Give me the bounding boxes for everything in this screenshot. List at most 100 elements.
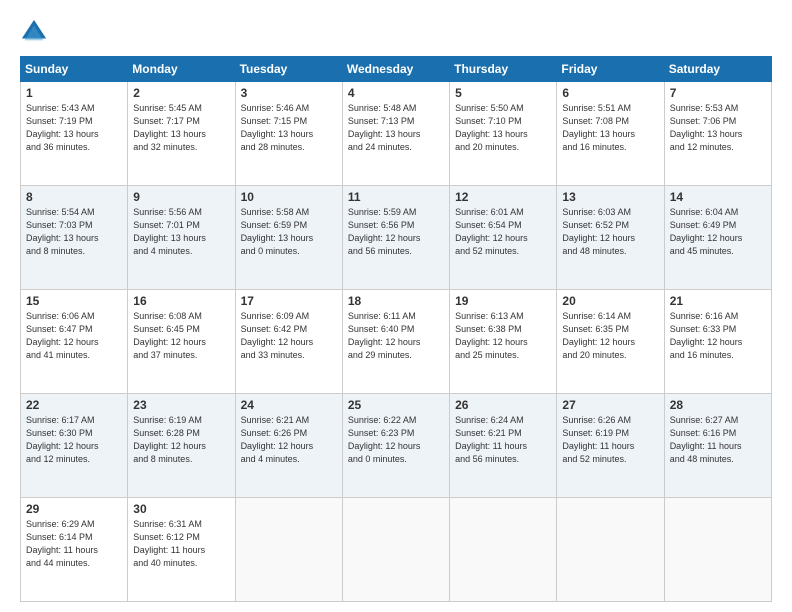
day-number: 11 <box>348 190 444 204</box>
day-info: Sunrise: 5:46 AM Sunset: 7:15 PM Dayligh… <box>241 102 337 154</box>
page: SundayMondayTuesdayWednesdayThursdayFrid… <box>0 0 792 612</box>
calendar-cell: 21 Sunrise: 6:16 AM Sunset: 6:33 PM Dayli… <box>664 290 771 394</box>
day-number: 10 <box>241 190 337 204</box>
day-info: Sunrise: 6:11 AM Sunset: 6:40 PM Dayligh… <box>348 310 444 362</box>
day-info: Sunrise: 6:04 AM Sunset: 6:49 PM Dayligh… <box>670 206 766 258</box>
calendar-cell: 27 Sunrise: 6:26 AM Sunset: 6:19 PM Dayli… <box>557 394 664 498</box>
calendar-cell: 1 Sunrise: 5:43 AM Sunset: 7:19 PM Daylig… <box>21 82 128 186</box>
calendar-cell: 10Sunrise: 5:58 AM Sunset: 6:59 PM Dayli… <box>235 186 342 290</box>
day-number: 9 <box>133 190 229 204</box>
day-number: 19 <box>455 294 551 308</box>
day-number: 17 <box>241 294 337 308</box>
calendar-cell: 22 Sunrise: 6:17 AM Sunset: 6:30 PM Dayli… <box>21 394 128 498</box>
day-number: 28 <box>670 398 766 412</box>
day-number: 6 <box>562 86 658 100</box>
calendar-cell: 28 Sunrise: 6:27 AM Sunset: 6:16 PM Dayli… <box>664 394 771 498</box>
day-info: Sunrise: 6:24 AM Sunset: 6:21 PM Dayligh… <box>455 414 551 466</box>
day-number: 1 <box>26 86 122 100</box>
day-number: 24 <box>241 398 337 412</box>
day-info: Sunrise: 6:29 AM Sunset: 6:14 PM Dayligh… <box>26 518 122 570</box>
day-info: Sunrise: 6:16 AM Sunset: 6:33 PM Dayligh… <box>670 310 766 362</box>
calendar-table: SundayMondayTuesdayWednesdayThursdayFrid… <box>20 56 772 602</box>
calendar-cell: 8Sunrise: 5:54 AM Sunset: 7:03 PM Daylig… <box>21 186 128 290</box>
calendar-cell: 5 Sunrise: 5:50 AM Sunset: 7:10 PM Daylig… <box>450 82 557 186</box>
day-info: Sunrise: 5:45 AM Sunset: 7:17 PM Dayligh… <box>133 102 229 154</box>
calendar-cell: 16 Sunrise: 6:08 AM Sunset: 6:45 PM Dayli… <box>128 290 235 394</box>
calendar-header-sunday: Sunday <box>21 57 128 82</box>
calendar-header-monday: Monday <box>128 57 235 82</box>
day-number: 25 <box>348 398 444 412</box>
calendar-cell: 25 Sunrise: 6:22 AM Sunset: 6:23 PM Dayli… <box>342 394 449 498</box>
calendar-header-friday: Friday <box>557 57 664 82</box>
day-info: Sunrise: 6:22 AM Sunset: 6:23 PM Dayligh… <box>348 414 444 466</box>
calendar-cell <box>557 498 664 602</box>
calendar-cell: 2 Sunrise: 5:45 AM Sunset: 7:17 PM Daylig… <box>128 82 235 186</box>
day-info: Sunrise: 6:13 AM Sunset: 6:38 PM Dayligh… <box>455 310 551 362</box>
calendar-cell: 24 Sunrise: 6:21 AM Sunset: 6:26 PM Dayli… <box>235 394 342 498</box>
day-info: Sunrise: 5:43 AM Sunset: 7:19 PM Dayligh… <box>26 102 122 154</box>
day-number: 27 <box>562 398 658 412</box>
calendar-cell: 14 Sunrise: 6:04 AM Sunset: 6:49 PM Dayli… <box>664 186 771 290</box>
calendar-week-4: 22 Sunrise: 6:17 AM Sunset: 6:30 PM Dayli… <box>21 394 772 498</box>
calendar-week-5: 29 Sunrise: 6:29 AM Sunset: 6:14 PM Dayli… <box>21 498 772 602</box>
day-number: 21 <box>670 294 766 308</box>
day-info: Sunrise: 6:03 AM Sunset: 6:52 PM Dayligh… <box>562 206 658 258</box>
day-number: 2 <box>133 86 229 100</box>
day-info: Sunrise: 5:56 AM Sunset: 7:01 PM Dayligh… <box>133 206 229 258</box>
calendar-header-row: SundayMondayTuesdayWednesdayThursdayFrid… <box>21 57 772 82</box>
day-info: Sunrise: 6:01 AM Sunset: 6:54 PM Dayligh… <box>455 206 551 258</box>
day-number: 22 <box>26 398 122 412</box>
day-number: 15 <box>26 294 122 308</box>
calendar-header-tuesday: Tuesday <box>235 57 342 82</box>
day-number: 5 <box>455 86 551 100</box>
calendar-cell <box>342 498 449 602</box>
day-number: 16 <box>133 294 229 308</box>
day-number: 7 <box>670 86 766 100</box>
day-number: 29 <box>26 502 122 516</box>
logo-icon <box>20 18 48 46</box>
day-info: Sunrise: 6:17 AM Sunset: 6:30 PM Dayligh… <box>26 414 122 466</box>
calendar-cell <box>664 498 771 602</box>
day-info: Sunrise: 5:51 AM Sunset: 7:08 PM Dayligh… <box>562 102 658 154</box>
day-info: Sunrise: 5:53 AM Sunset: 7:06 PM Dayligh… <box>670 102 766 154</box>
calendar-header-saturday: Saturday <box>664 57 771 82</box>
day-info: Sunrise: 6:09 AM Sunset: 6:42 PM Dayligh… <box>241 310 337 362</box>
day-number: 23 <box>133 398 229 412</box>
calendar-cell: 6 Sunrise: 5:51 AM Sunset: 7:08 PM Daylig… <box>557 82 664 186</box>
calendar-header-thursday: Thursday <box>450 57 557 82</box>
calendar-cell: 26 Sunrise: 6:24 AM Sunset: 6:21 PM Dayli… <box>450 394 557 498</box>
day-info: Sunrise: 6:06 AM Sunset: 6:47 PM Dayligh… <box>26 310 122 362</box>
calendar-cell: 12 Sunrise: 6:01 AM Sunset: 6:54 PM Dayli… <box>450 186 557 290</box>
calendar-cell: 20 Sunrise: 6:14 AM Sunset: 6:35 PM Dayli… <box>557 290 664 394</box>
day-info: Sunrise: 6:26 AM Sunset: 6:19 PM Dayligh… <box>562 414 658 466</box>
day-info: Sunrise: 5:50 AM Sunset: 7:10 PM Dayligh… <box>455 102 551 154</box>
day-number: 12 <box>455 190 551 204</box>
day-number: 14 <box>670 190 766 204</box>
day-info: Sunrise: 5:54 AM Sunset: 7:03 PM Dayligh… <box>26 206 122 258</box>
day-number: 18 <box>348 294 444 308</box>
calendar-cell: 13 Sunrise: 6:03 AM Sunset: 6:52 PM Dayli… <box>557 186 664 290</box>
day-number: 30 <box>133 502 229 516</box>
day-info: Sunrise: 6:27 AM Sunset: 6:16 PM Dayligh… <box>670 414 766 466</box>
calendar-cell: 15 Sunrise: 6:06 AM Sunset: 6:47 PM Dayli… <box>21 290 128 394</box>
day-info: Sunrise: 5:48 AM Sunset: 7:13 PM Dayligh… <box>348 102 444 154</box>
calendar-week-1: 1 Sunrise: 5:43 AM Sunset: 7:19 PM Daylig… <box>21 82 772 186</box>
calendar-cell: 23 Sunrise: 6:19 AM Sunset: 6:28 PM Dayli… <box>128 394 235 498</box>
day-info: Sunrise: 6:08 AM Sunset: 6:45 PM Dayligh… <box>133 310 229 362</box>
calendar-week-2: 8Sunrise: 5:54 AM Sunset: 7:03 PM Daylig… <box>21 186 772 290</box>
logo <box>20 18 52 46</box>
calendar-cell: 11 Sunrise: 5:59 AM Sunset: 6:56 PM Dayli… <box>342 186 449 290</box>
day-info: Sunrise: 6:14 AM Sunset: 6:35 PM Dayligh… <box>562 310 658 362</box>
calendar-cell: 9 Sunrise: 5:56 AM Sunset: 7:01 PM Daylig… <box>128 186 235 290</box>
calendar-cell: 19 Sunrise: 6:13 AM Sunset: 6:38 PM Dayli… <box>450 290 557 394</box>
header <box>20 18 772 46</box>
day-number: 26 <box>455 398 551 412</box>
day-info: Sunrise: 5:59 AM Sunset: 6:56 PM Dayligh… <box>348 206 444 258</box>
day-info: Sunrise: 6:21 AM Sunset: 6:26 PM Dayligh… <box>241 414 337 466</box>
day-number: 13 <box>562 190 658 204</box>
calendar-cell: 30Sunrise: 6:31 AM Sunset: 6:12 PM Dayli… <box>128 498 235 602</box>
calendar-cell: 7 Sunrise: 5:53 AM Sunset: 7:06 PM Daylig… <box>664 82 771 186</box>
calendar-cell: 3Sunrise: 5:46 AM Sunset: 7:15 PM Daylig… <box>235 82 342 186</box>
day-number: 20 <box>562 294 658 308</box>
day-info: Sunrise: 6:19 AM Sunset: 6:28 PM Dayligh… <box>133 414 229 466</box>
